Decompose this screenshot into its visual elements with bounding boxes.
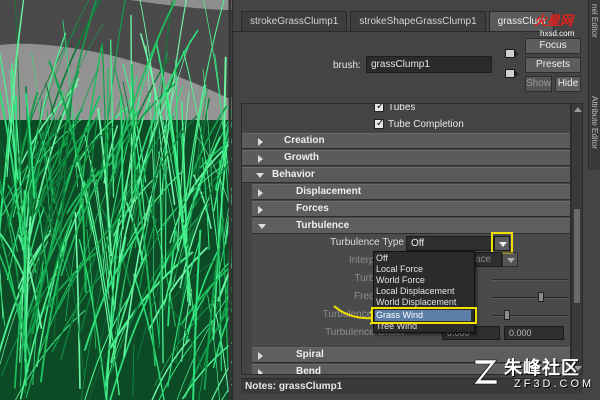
tab-stroke-shape-grass-clump[interactable]: strokeShapeGrassClump1 bbox=[350, 11, 486, 31]
section-title: Forces bbox=[296, 203, 329, 214]
section-title: Creation bbox=[284, 135, 325, 146]
hide-button[interactable]: Hide bbox=[555, 76, 581, 92]
dropdown-arrow-icon[interactable] bbox=[502, 252, 518, 267]
side-tab-channel-editor[interactable]: nel Editor bbox=[590, 4, 599, 38]
bottom-watermark: 朱峰社区 ZF3D.COM bbox=[470, 352, 594, 396]
section-title: Bend bbox=[296, 366, 321, 375]
attribute-list: Tubes Tube Completion Creation Growth Be… bbox=[241, 103, 571, 375]
section-title: Turbulence bbox=[296, 220, 350, 231]
brush-label: brush: bbox=[333, 60, 361, 71]
presets-button[interactable]: Presets bbox=[525, 57, 581, 73]
turbulence-slider[interactable] bbox=[492, 279, 568, 281]
tubes-label: Tubes bbox=[388, 103, 416, 113]
scroll-up-icon[interactable] bbox=[574, 107, 582, 112]
input-connection-icon[interactable] bbox=[505, 49, 519, 58]
tab-stroke-grass-clump[interactable]: strokeGrassClump1 bbox=[241, 11, 348, 31]
menu-item-local-force[interactable]: Local Force bbox=[376, 264, 423, 275]
3d-viewport[interactable] bbox=[0, 0, 232, 400]
side-tab-attribute-editor[interactable]: Attribute Editor bbox=[590, 96, 599, 149]
grass-blade bbox=[23, 190, 27, 386]
menu-item-world-force[interactable]: World Force bbox=[376, 275, 425, 286]
tube-completion-checkbox[interactable] bbox=[374, 116, 384, 131]
section-title: Spiral bbox=[296, 349, 324, 360]
watermark-cn-text: 朱峰社区 bbox=[504, 358, 580, 378]
brush-name-field[interactable]: grassClump1 bbox=[366, 56, 492, 73]
focus-button[interactable]: Focus bbox=[525, 38, 581, 54]
expand-arrow-icon bbox=[258, 352, 263, 360]
section-forces[interactable]: Forces bbox=[252, 201, 570, 217]
section-turbulence[interactable]: Turbulence bbox=[252, 218, 570, 234]
turbulence-type-select[interactable]: Off bbox=[406, 236, 494, 251]
selected-option-highlight bbox=[371, 307, 477, 324]
section-displacement[interactable]: Displacement bbox=[252, 184, 570, 200]
section-title: Behavior bbox=[272, 169, 315, 180]
callout-highlight bbox=[491, 232, 513, 254]
frequency-slider[interactable] bbox=[492, 297, 568, 299]
collapse-arrow-icon bbox=[258, 224, 266, 229]
tubes-checkbox[interactable] bbox=[374, 104, 384, 114]
watermark-logo-subtext: hxsd.com bbox=[540, 29, 575, 38]
turbulence-speed-slider-handle[interactable] bbox=[504, 310, 510, 320]
tab-divider bbox=[233, 31, 569, 32]
section-behavior[interactable]: Behavior bbox=[242, 167, 570, 183]
turbulence-offset-y[interactable]: 0.000 bbox=[504, 326, 564, 340]
frequency-slider-handle[interactable] bbox=[538, 292, 544, 302]
expand-arrow-icon bbox=[258, 206, 263, 214]
grass-render bbox=[0, 0, 232, 400]
side-tab-strip[interactable]: nel Editor Attribute Editor bbox=[588, 0, 600, 170]
section-title: Growth bbox=[284, 152, 319, 163]
output-connection-icon[interactable] bbox=[505, 69, 519, 78]
section-creation[interactable]: Creation bbox=[242, 133, 570, 149]
watermark-en-text: ZF3D.COM bbox=[514, 378, 595, 390]
watermark-logo-text: 火星网 bbox=[534, 13, 574, 28]
tube-completion-row: Tube Completion bbox=[242, 116, 570, 132]
collapse-arrow-icon bbox=[256, 173, 264, 178]
menu-item-local-displacement[interactable]: Local Displacement bbox=[376, 286, 455, 297]
section-title: Displacement bbox=[296, 186, 362, 197]
section-growth[interactable]: Growth bbox=[242, 150, 570, 166]
turbulence-type-label: Turbulence Type bbox=[330, 237, 404, 248]
notes-label: Notes: grassClump1 bbox=[245, 381, 343, 392]
attribute-editor-panel: strokeGrassClump1 strokeShapeGrassClump1… bbox=[232, 0, 600, 400]
expand-arrow-icon bbox=[258, 369, 263, 374]
scroll-thumb[interactable] bbox=[573, 208, 581, 304]
expand-arrow-icon bbox=[258, 155, 263, 163]
top-watermark-logo: 火星网 hxsd.com bbox=[534, 10, 574, 38]
attribute-scrollbar[interactable] bbox=[571, 103, 583, 375]
menu-item-off[interactable]: Off bbox=[376, 253, 388, 264]
tube-completion-label: Tube Completion bbox=[388, 119, 464, 130]
expand-arrow-icon bbox=[258, 138, 263, 146]
tubes-row: Tubes bbox=[242, 103, 570, 115]
node-tabs: strokeGrassClump1 strokeShapeGrassClump1… bbox=[241, 11, 557, 31]
expand-arrow-icon bbox=[258, 189, 263, 197]
show-button[interactable]: Show bbox=[525, 76, 552, 92]
watermark-z-icon bbox=[473, 359, 498, 385]
